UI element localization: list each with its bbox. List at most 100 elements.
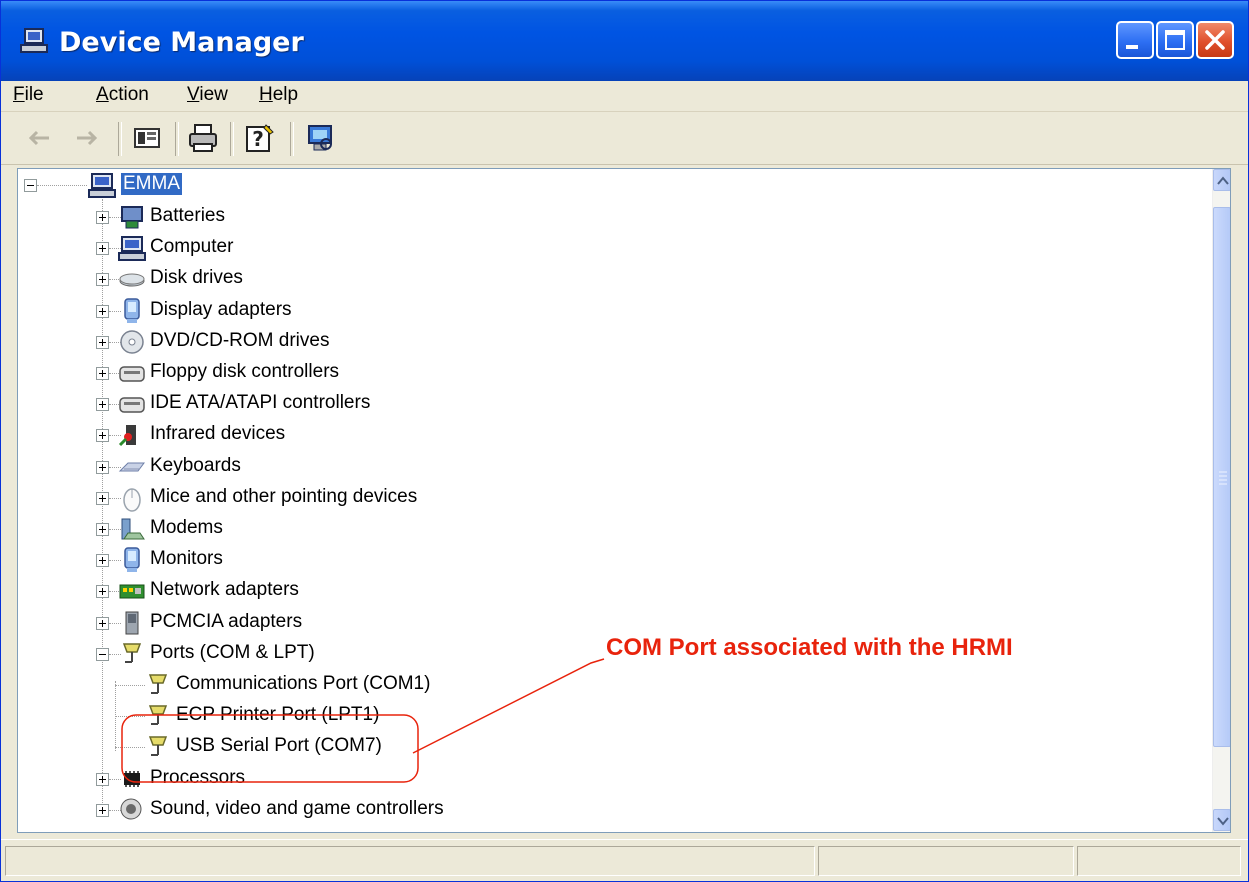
scan-hardware-icon[interactable]: [304, 122, 336, 154]
tree-category[interactable]: Monitors: [118, 546, 538, 574]
toolbar-separator: [230, 122, 234, 156]
status-pane-main: [5, 846, 815, 876]
minimize-button[interactable]: [1116, 21, 1154, 59]
menu-action[interactable]: Action: [96, 84, 149, 106]
print-icon[interactable]: [187, 122, 219, 154]
tree-device[interactable]: Communications Port (COM1): [144, 671, 564, 699]
tree-category[interactable]: Processors: [118, 765, 538, 793]
computer-icon: [88, 173, 116, 198]
tree-category-label: Disk drives: [150, 267, 243, 288]
tree-device[interactable]: ECP Printer Port (LPT1): [144, 702, 564, 730]
expand-toggle[interactable]: [96, 461, 109, 474]
status-pane-2: [818, 846, 1074, 876]
toolbar-separator: [290, 122, 294, 156]
infrared-icon: [118, 425, 136, 447]
device-manager-icon: [20, 28, 48, 53]
collapse-toggle[interactable]: [96, 648, 109, 661]
status-pane-3: [1077, 846, 1241, 876]
tree-category-label: Network adapters: [150, 579, 299, 600]
expand-toggle[interactable]: [96, 305, 109, 318]
tree-category-label: IDE ATA/ATAPI controllers: [150, 392, 371, 413]
maximize-icon: [1165, 30, 1185, 50]
battery-icon: [121, 206, 143, 229]
pcmcia-icon: [125, 611, 139, 635]
modem-icon: [121, 518, 145, 540]
expand-toggle[interactable]: [96, 211, 109, 224]
tree-category-label: Computer: [150, 236, 234, 257]
expand-toggle[interactable]: [96, 398, 109, 411]
tree-category-label: Processors: [150, 767, 246, 788]
controller-icon: [119, 366, 145, 382]
expand-toggle[interactable]: [96, 367, 109, 380]
scroll-thumb[interactable]: [1213, 207, 1230, 747]
sound-icon: [120, 798, 142, 820]
scroll-down-button[interactable]: [1213, 809, 1230, 831]
tree-category[interactable]: Ports (COM & LPT): [118, 640, 538, 668]
tree-category[interactable]: IDE ATA/ATAPI controllers: [118, 390, 538, 418]
controller-icon: [119, 397, 145, 413]
toolbar: ?: [1, 112, 1248, 165]
tree-category[interactable]: PCMCIA adapters: [118, 609, 538, 637]
device-manager-window: Device Manager File Action View Help ? E…: [0, 0, 1249, 882]
tree-category[interactable]: Network adapters: [118, 577, 538, 605]
device-tree: EMMA Batteries Computer Disk drives Display…: [18, 169, 1212, 832]
expand-toggle[interactable]: [96, 492, 109, 505]
window-title: Device Manager: [59, 27, 304, 58]
computer-icon: [118, 236, 146, 261]
menu-view[interactable]: View: [187, 84, 228, 106]
tree-category-label: Floppy disk controllers: [150, 361, 340, 382]
vertical-scrollbar[interactable]: [1212, 169, 1230, 832]
menu-help[interactable]: Help: [259, 84, 298, 106]
toolbar-separator: [175, 122, 179, 156]
expand-toggle[interactable]: [96, 773, 109, 786]
help-icon[interactable]: ?: [244, 122, 276, 154]
tree-device-label: USB Serial Port (COM7): [176, 735, 382, 756]
show-hide-console-tree-icon[interactable]: [131, 122, 163, 154]
tree-category[interactable]: Modems: [118, 515, 538, 543]
expand-toggle[interactable]: [96, 273, 109, 286]
tree-category[interactable]: Computer: [118, 234, 538, 262]
maximize-button[interactable]: [1156, 21, 1194, 59]
tree-category-label: PCMCIA adapters: [150, 611, 303, 632]
network-adapter-icon: [119, 584, 145, 599]
scroll-up-button[interactable]: [1213, 169, 1230, 191]
back-arrow-icon[interactable]: [23, 122, 55, 154]
forward-arrow-icon[interactable]: [71, 122, 103, 154]
tree-device-label: Communications Port (COM1): [176, 673, 431, 694]
port-icon: [148, 705, 168, 725]
tree-category[interactable]: Display adapters: [118, 297, 538, 325]
expand-toggle[interactable]: [96, 523, 109, 536]
expand-toggle[interactable]: [96, 336, 109, 349]
device-tree-view[interactable]: EMMA Batteries Computer Disk drives Display…: [17, 168, 1231, 833]
close-button[interactable]: [1196, 21, 1234, 59]
tree-category[interactable]: Keyboards: [118, 453, 538, 481]
tree-category[interactable]: Infrared devices: [118, 421, 538, 449]
tree-category[interactable]: Mice and other pointing devices: [118, 484, 538, 512]
chevron-up-icon: [1217, 176, 1229, 185]
tree-device-label: ECP Printer Port (LPT1): [176, 704, 380, 725]
tree-category[interactable]: Sound, video and game controllers: [118, 796, 538, 824]
expand-toggle[interactable]: [96, 242, 109, 255]
expand-toggle[interactable]: [96, 554, 109, 567]
collapse-toggle[interactable]: [24, 179, 37, 192]
tree-category[interactable]: Batteries: [118, 203, 538, 231]
expand-toggle[interactable]: [96, 429, 109, 442]
tree-category[interactable]: DVD/CD-ROM drives: [118, 328, 538, 356]
expand-toggle[interactable]: [96, 585, 109, 598]
tree-category[interactable]: Disk drives: [118, 265, 538, 293]
expand-toggle[interactable]: [96, 804, 109, 817]
port-icon: [148, 674, 168, 694]
title-bar[interactable]: Device Manager: [1, 1, 1248, 81]
tree-category[interactable]: Floppy disk controllers: [118, 359, 538, 387]
tree-root[interactable]: EMMA: [88, 171, 388, 199]
tree-category-label: Infrared devices: [150, 423, 286, 444]
dvd-drive-icon: [120, 330, 144, 354]
tree-category-label: Ports (COM & LPT): [150, 642, 315, 663]
tree-device[interactable]: USB Serial Port (COM7): [144, 733, 564, 761]
tree-category-label: Sound, video and game controllers: [150, 798, 444, 819]
port-icon: [148, 736, 168, 756]
menu-file[interactable]: File: [13, 84, 44, 106]
tree-category-label: DVD/CD-ROM drives: [150, 330, 330, 351]
expand-toggle[interactable]: [96, 617, 109, 630]
annotation-text: COM Port associated with the HRMI: [606, 634, 1013, 661]
